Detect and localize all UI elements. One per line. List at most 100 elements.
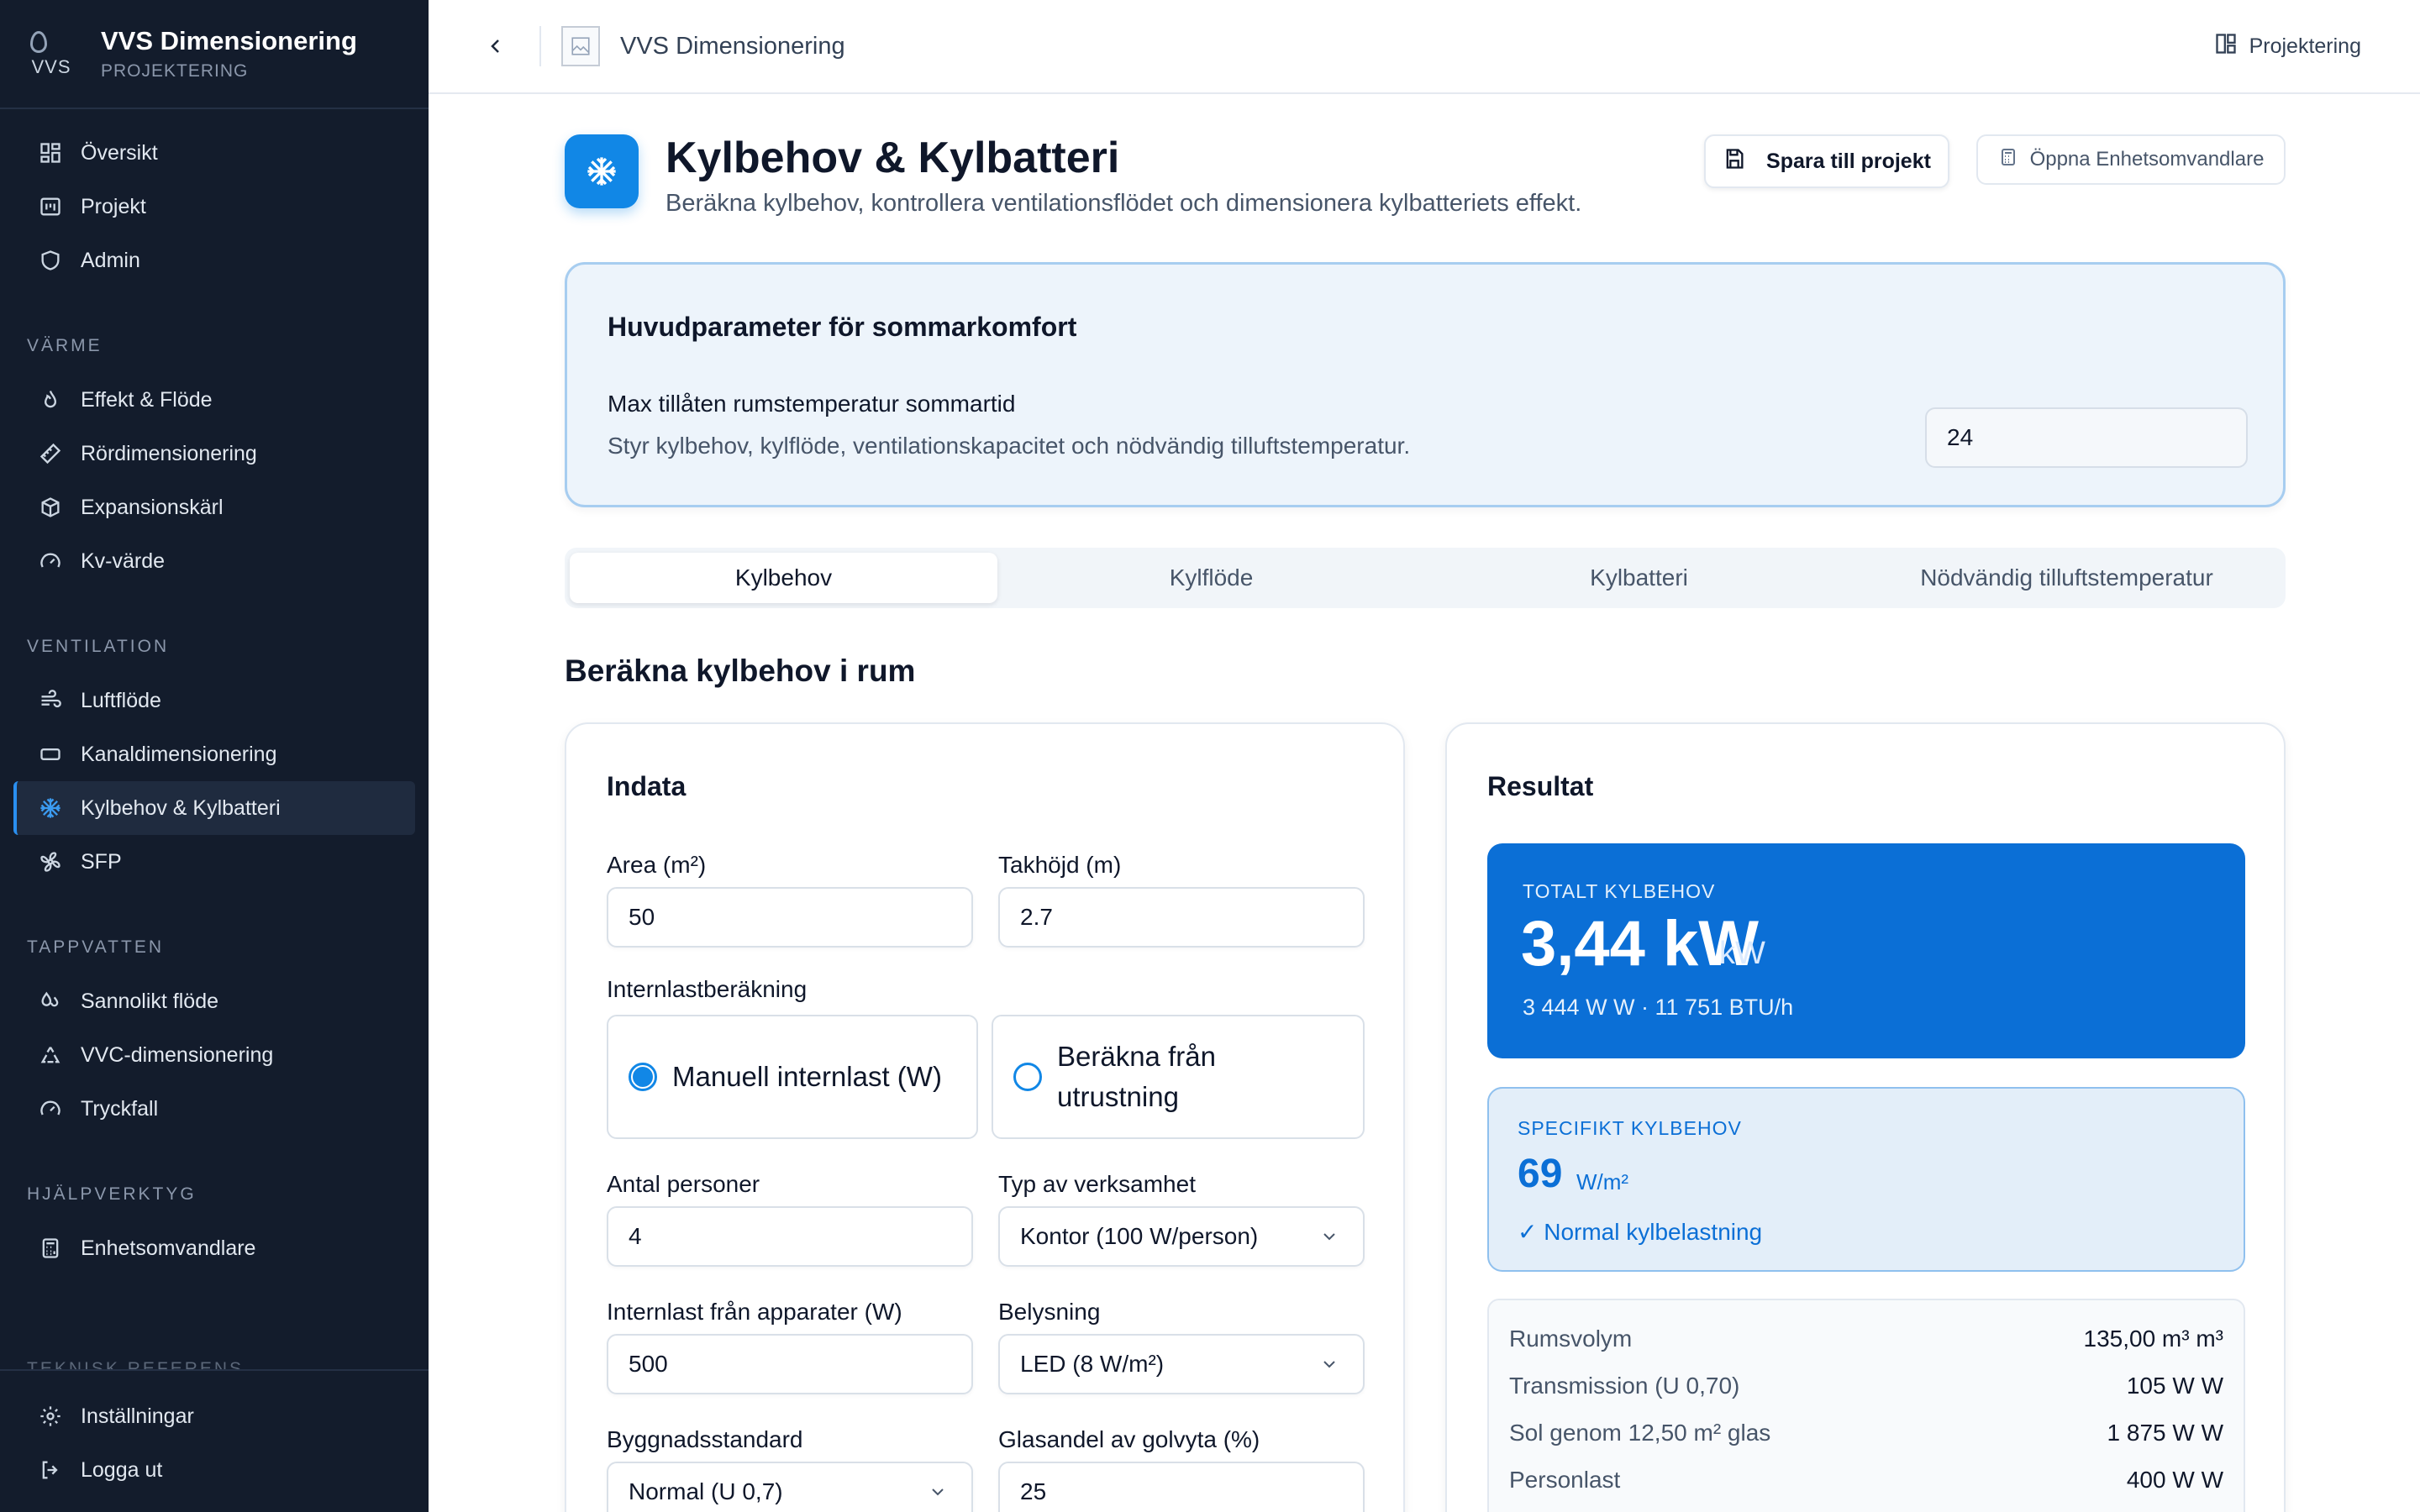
nav-group-ventilation: VENTILATION bbox=[27, 637, 170, 656]
tab-kylbatteri[interactable]: Kylbatteri bbox=[1425, 553, 1853, 603]
building-standard-select[interactable]: Normal (U 0,7) bbox=[607, 1462, 973, 1512]
settings-button[interactable]: Inställningar bbox=[13, 1389, 415, 1443]
sidebar-item-kv-varde[interactable]: Kv-värde bbox=[13, 534, 415, 588]
sidebar-item-projekt[interactable]: Projekt bbox=[13, 180, 415, 234]
calculator-icon bbox=[1998, 147, 2018, 173]
glass-ratio-input[interactable]: 25 bbox=[998, 1462, 1365, 1512]
activity-value: Kontor (100 W/person) bbox=[1020, 1223, 1259, 1249]
shield-icon bbox=[37, 247, 64, 274]
sidebar-nav: Översikt Projekt Admin VÄRME Effekt & Fl… bbox=[0, 109, 429, 1275]
ruler-icon bbox=[37, 440, 64, 467]
save-to-project-button[interactable]: Spara till projekt bbox=[1704, 134, 1949, 188]
sidebar-item-label: Projekt bbox=[81, 194, 146, 218]
sidebar-item-sannolikt-flode[interactable]: Sannolikt flöde bbox=[13, 974, 415, 1028]
radio-label: Manuell internlast (W) bbox=[672, 1061, 942, 1092]
back-button[interactable] bbox=[476, 26, 516, 66]
appliances-label: Internlast från apparater (W) bbox=[607, 1299, 902, 1325]
result-breakdown: Rumsvolym 135,00 m³ m³ Transmission (U 0… bbox=[1487, 1299, 2245, 1512]
breakdown-row: Personlast 400 W W bbox=[1509, 1457, 2223, 1504]
sidebar-item-label: Luftflöde bbox=[81, 688, 161, 712]
nav-group-tappvatten: TAPPVATTEN bbox=[27, 937, 165, 957]
tab-bar: Kylbehov Kylflöde Kylbatteri Nödvändig t… bbox=[565, 548, 2286, 608]
sidebar-item-kanaldimensionering[interactable]: Kanaldimensionering bbox=[13, 727, 415, 781]
logout-icon bbox=[37, 1457, 64, 1483]
activity-label: Typ av verksamhet bbox=[998, 1171, 1196, 1197]
breakdown-row: Sol genom 12,50 m² glas 1 875 W W bbox=[1509, 1410, 2223, 1457]
sidebar-item-oversikt[interactable]: Översikt bbox=[13, 126, 415, 180]
sidebar-item-label: Sannolikt flöde bbox=[81, 989, 219, 1013]
chevron-down-icon bbox=[1323, 1233, 1335, 1241]
height-input[interactable]: 2.7 bbox=[998, 887, 1365, 948]
section-title: Beräkna kylbehov i rum bbox=[565, 654, 916, 688]
specific-cooling-unit: W/m² bbox=[1576, 1169, 1629, 1194]
radio-manual-internal-load[interactable]: Manuell internlast (W) bbox=[607, 1015, 978, 1139]
building-standard-value: Normal (U 0,7) bbox=[629, 1478, 783, 1504]
tab-tilluftstemperatur[interactable]: Nödvändig tilluftstemperatur bbox=[1853, 553, 2281, 603]
main-content: Kylbehov & Kylbatteri Beräkna kylbehov, … bbox=[565, 94, 2286, 1512]
projects-icon bbox=[37, 193, 64, 220]
row-value: 105 W W bbox=[2126, 1373, 2223, 1399]
lighting-label: Belysning bbox=[998, 1299, 1101, 1325]
tab-kylbehov[interactable]: Kylbehov bbox=[570, 553, 997, 603]
app-title: VVS Dimensionering bbox=[101, 26, 357, 55]
sidebar-item-sfp[interactable]: SFP bbox=[13, 835, 415, 889]
sidebar-item-effekt-flode[interactable]: Effekt & Flöde bbox=[13, 373, 415, 427]
radio-unselected-icon bbox=[1013, 1063, 1042, 1091]
specific-cooling-panel: SPECIFIKT KYLBEHOV 69 W/m² ✓ Normal kylb… bbox=[1487, 1087, 2245, 1272]
activity-select[interactable]: Kontor (100 W/person) bbox=[998, 1206, 1365, 1267]
area-input[interactable]: 50 bbox=[607, 887, 973, 948]
area-label: Area (m²) bbox=[607, 852, 707, 878]
converter-label: Öppna Enhetsomvandlare bbox=[2029, 148, 2265, 171]
specific-cooling-label: SPECIFIKT KYLBEHOV bbox=[1518, 1117, 1742, 1139]
sidebar: VVS VVS Dimensionering PROJEKTERING Över… bbox=[0, 0, 429, 1512]
row-value: 400 W W bbox=[2126, 1467, 2223, 1493]
sidebar-item-label: Kanaldimensionering bbox=[81, 742, 277, 766]
chevron-left-icon bbox=[491, 39, 499, 53]
sidebar-item-admin[interactable]: Admin bbox=[13, 234, 415, 287]
brand[interactable]: VVS VVS Dimensionering PROJEKTERING bbox=[0, 0, 429, 109]
sidebar-item-label: Admin bbox=[81, 248, 140, 272]
sidebar-item-vvc-dimensionering[interactable]: VVC-dimensionering bbox=[13, 1028, 415, 1082]
page-title: Kylbehov & Kylbatteri bbox=[666, 134, 1120, 182]
droplets-icon bbox=[37, 988, 64, 1015]
sidebar-item-label: Tryckfall bbox=[81, 1096, 159, 1121]
flame-icon bbox=[37, 386, 64, 413]
persons-input[interactable]: 4 bbox=[607, 1206, 973, 1267]
total-cooling-label: TOTALT KYLBEHOV bbox=[1523, 880, 1716, 902]
project-mode-label: Projektering bbox=[2249, 34, 2361, 58]
sidebar-item-rordimensionering[interactable]: Rördimensionering bbox=[13, 427, 415, 480]
sidebar-item-label: Rördimensionering bbox=[81, 441, 257, 465]
calculator-icon bbox=[37, 1235, 64, 1262]
save-label: Spara till projekt bbox=[1766, 149, 1931, 173]
radio-calc-from-equipment[interactable]: Beräkna från utrustning bbox=[992, 1015, 1365, 1139]
sidebar-item-label: Kylbehov & Kylbatteri bbox=[81, 795, 281, 820]
page-subtitle: Beräkna kylbehov, kontrollera ventilatio… bbox=[666, 190, 1582, 217]
persons-label: Antal personer bbox=[607, 1171, 760, 1197]
gauge-icon bbox=[37, 548, 64, 575]
height-label: Takhöjd (m) bbox=[998, 852, 1122, 878]
topbar-title: VVS Dimensionering bbox=[620, 32, 845, 60]
sidebar-item-label: Expansionskärl bbox=[81, 495, 224, 519]
save-icon bbox=[1723, 147, 1746, 176]
sidebar-item-enhetsomvandlare[interactable]: Enhetsomvandlare bbox=[13, 1221, 415, 1275]
sidebar-item-expansionskarl[interactable]: Expansionskärl bbox=[13, 480, 415, 534]
open-converter-button[interactable]: Öppna Enhetsomvandlare bbox=[1976, 134, 2286, 185]
project-mode-button[interactable]: Projektering bbox=[2214, 32, 2361, 61]
row-key: Transmission (U 0,70) bbox=[1509, 1373, 1740, 1399]
internal-load-label: Internlastberäkning bbox=[607, 976, 808, 1002]
sidebar-item-luftflode[interactable]: Luftflöde bbox=[13, 674, 415, 727]
sidebar-item-tryckfall[interactable]: Tryckfall bbox=[13, 1082, 415, 1136]
appliances-input[interactable]: 500 bbox=[607, 1334, 973, 1394]
top-bar: VVS Dimensionering Projektering bbox=[429, 0, 2420, 94]
max-temp-input[interactable]: 24 bbox=[1925, 407, 2248, 468]
tab-kylflode[interactable]: Kylflöde bbox=[997, 553, 1425, 603]
logout-button[interactable]: Logga ut bbox=[13, 1443, 415, 1497]
nav-group-varme: VÄRME bbox=[27, 336, 103, 355]
snowflake-icon bbox=[37, 795, 64, 822]
sidebar-item-kylbehov-kylbatteri[interactable]: Kylbehov & Kylbatteri bbox=[13, 781, 415, 835]
sidebar-item-label: Kv-värde bbox=[81, 549, 166, 573]
recycle-icon bbox=[37, 1042, 64, 1068]
broken-image-icon bbox=[561, 26, 600, 66]
lighting-select[interactable]: LED (8 W/m²) bbox=[998, 1334, 1365, 1394]
breakdown-row: Transmission (U 0,70) 105 W W bbox=[1509, 1362, 2223, 1410]
